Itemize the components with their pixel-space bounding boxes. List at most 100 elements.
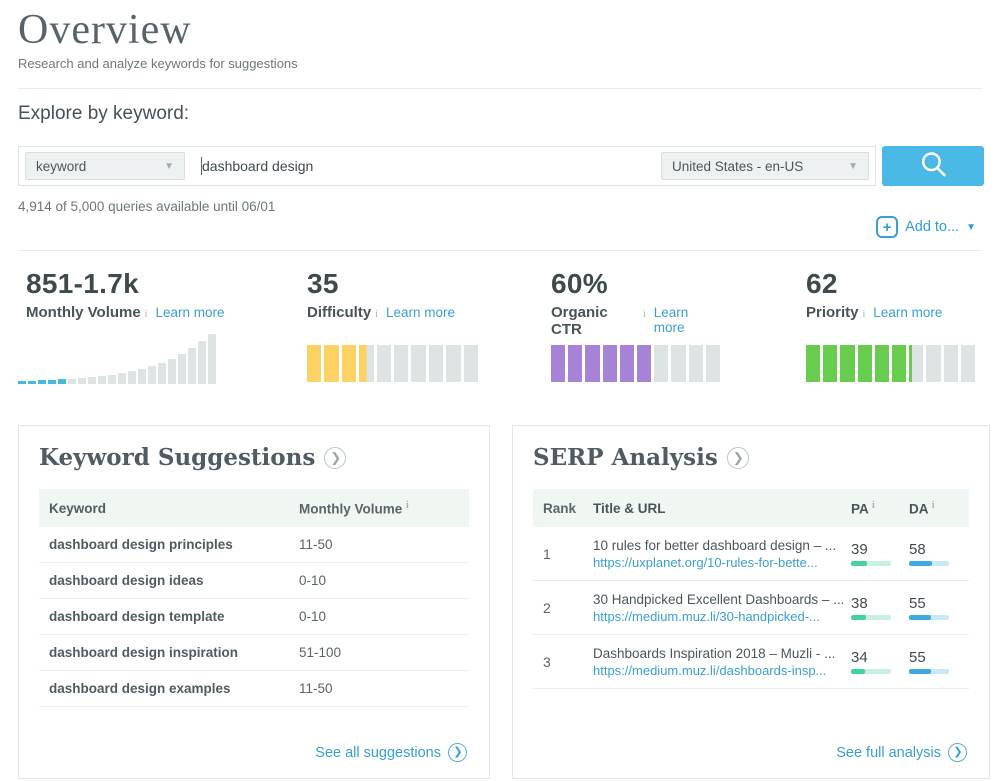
- search-type-select[interactable]: keyword ▼: [25, 152, 185, 180]
- chevron-right-circle-icon[interactable]: ❯: [727, 447, 749, 469]
- volume-bar: [98, 376, 106, 384]
- gauge-segment: [342, 345, 356, 382]
- table-row: dashboard design template0-10: [39, 599, 469, 635]
- info-icon[interactable]: i: [406, 500, 409, 511]
- gauge-segment: [464, 345, 478, 382]
- rank-cell: 3: [543, 654, 593, 670]
- gauge-segment: [706, 345, 720, 382]
- add-to-button[interactable]: + Add to... ▼: [876, 216, 976, 238]
- keyword-search-input[interactable]: [185, 147, 661, 185]
- locale-value: United States - en-US: [672, 159, 803, 174]
- rank-cell: 1: [543, 546, 593, 562]
- query-quota-text: 4,914 of 5,000 queries available until 0…: [18, 199, 275, 214]
- plus-icon: +: [876, 216, 898, 238]
- table-row: 110 rules for better dashboard design – …: [533, 527, 969, 581]
- chevron-right-circle-icon: ❯: [448, 743, 467, 762]
- pa-bar: [851, 615, 891, 620]
- serp-url-link[interactable]: https://medium.muz.li/30-handpicked-...: [593, 609, 845, 624]
- column-header-title-url: Title & URL: [593, 501, 851, 516]
- explore-by-keyword-label: Explore by keyword:: [18, 103, 189, 125]
- monthly-volume-cell: 0-10: [299, 609, 459, 624]
- da-value: 55: [909, 595, 959, 612]
- bar-fill: [851, 561, 867, 566]
- page-header: Overview Research and analyze keywords f…: [18, 6, 298, 71]
- gauge-segment: [637, 345, 651, 382]
- metric-value: 62: [806, 268, 975, 300]
- locale-select[interactable]: United States - en-US ▼: [661, 152, 869, 180]
- learn-more-link[interactable]: Learn more: [654, 305, 720, 335]
- table-row: 3Dashboards Inspiration 2018 – Muzli - .…: [533, 635, 969, 689]
- volume-bar: [28, 381, 36, 384]
- column-header-monthly-volume: Monthly Volume i: [299, 500, 459, 517]
- pa-cell: 39: [851, 541, 909, 566]
- learn-more-link[interactable]: Learn more: [156, 305, 225, 320]
- header-divider: [18, 88, 982, 89]
- keyword-cell: dashboard design examples: [49, 681, 299, 696]
- volume-bar: [158, 363, 166, 384]
- pa-cell: 38: [851, 595, 909, 620]
- da-bar: [909, 561, 949, 566]
- volume-bar: [68, 379, 76, 384]
- volume-bar: [188, 348, 196, 384]
- metric-label: Difficulty: [307, 304, 371, 321]
- info-icon[interactable]: i: [145, 309, 148, 320]
- bar-fill: [851, 615, 866, 620]
- monthly-volume-cell: 51-100: [299, 645, 459, 660]
- metric-label: Monthly Volume: [26, 304, 141, 321]
- serp-table-body: 110 rules for better dashboard design – …: [533, 527, 969, 689]
- gauge-segment: [823, 345, 837, 382]
- da-value: 58: [909, 541, 959, 558]
- gauge-segment: [875, 345, 889, 382]
- column-header-keyword: Keyword: [49, 501, 299, 516]
- info-icon[interactable]: i: [375, 309, 378, 320]
- gauge-segment: [926, 345, 940, 382]
- keyword-suggestions-title: Keyword Suggestions: [39, 444, 315, 471]
- info-icon[interactable]: i: [872, 500, 875, 511]
- search-button[interactable]: [882, 146, 984, 186]
- keyword-cell: dashboard design ideas: [49, 573, 299, 588]
- gauge-segment: [394, 345, 408, 382]
- da-bar: [909, 615, 949, 620]
- gauge-segment: [620, 345, 634, 382]
- gauge-segment: [585, 345, 599, 382]
- keyword-cell: dashboard design principles: [49, 537, 299, 552]
- gauge-segment: [671, 345, 685, 382]
- volume-bar: [108, 375, 116, 384]
- search-icon: [917, 148, 950, 184]
- info-icon[interactable]: i: [863, 309, 866, 320]
- info-icon[interactable]: i: [932, 500, 935, 511]
- gauge-segment: [411, 345, 425, 382]
- search-box: keyword ▼ United States - en-US ▼: [18, 146, 876, 186]
- gauge-segment: [840, 345, 854, 382]
- chevron-right-circle-icon[interactable]: ❯: [324, 447, 346, 469]
- section-divider: [18, 250, 982, 251]
- table-row: dashboard design examples11-50: [39, 671, 469, 707]
- volume-bar: [58, 379, 66, 384]
- da-value: 55: [909, 649, 959, 666]
- pa-cell: 34: [851, 649, 909, 674]
- serp-url-link[interactable]: https://uxplanet.org/10-rules-for-bette.…: [593, 555, 845, 570]
- metric-label: Organic CTR: [551, 304, 639, 338]
- chevron-right-circle-icon: ❯: [948, 743, 967, 762]
- metric-value: 35: [307, 268, 478, 300]
- table-row: dashboard design ideas0-10: [39, 563, 469, 599]
- learn-more-link[interactable]: Learn more: [873, 305, 942, 320]
- gauge-segment: [944, 345, 958, 382]
- learn-more-link[interactable]: Learn more: [386, 305, 455, 320]
- pa-value: 38: [851, 595, 909, 612]
- priority-gauge: [806, 345, 975, 382]
- see-all-suggestions-link[interactable]: See all suggestions ❯: [315, 743, 467, 762]
- metric-difficulty: 35 Difficulty i Learn more: [307, 268, 478, 384]
- keyword-suggestions-panel: Keyword Suggestions ❯ Keyword Monthly Vo…: [18, 425, 490, 779]
- metric-organic-ctr: 60% Organic CTR i Learn more: [551, 268, 720, 384]
- volume-bar: [48, 380, 56, 384]
- search-type-value: keyword: [36, 159, 86, 174]
- info-icon[interactable]: i: [643, 309, 646, 320]
- see-full-analysis-link[interactable]: See full analysis ❯: [836, 743, 967, 762]
- gauge-segment: [377, 345, 391, 382]
- organic-ctr-gauge: [551, 345, 720, 382]
- difficulty-gauge: [307, 345, 478, 382]
- table-row: dashboard design inspiration51-100: [39, 635, 469, 671]
- serp-url-link[interactable]: https://medium.muz.li/dashboards-insp...: [593, 663, 845, 678]
- query-input-wrap: [185, 147, 661, 185]
